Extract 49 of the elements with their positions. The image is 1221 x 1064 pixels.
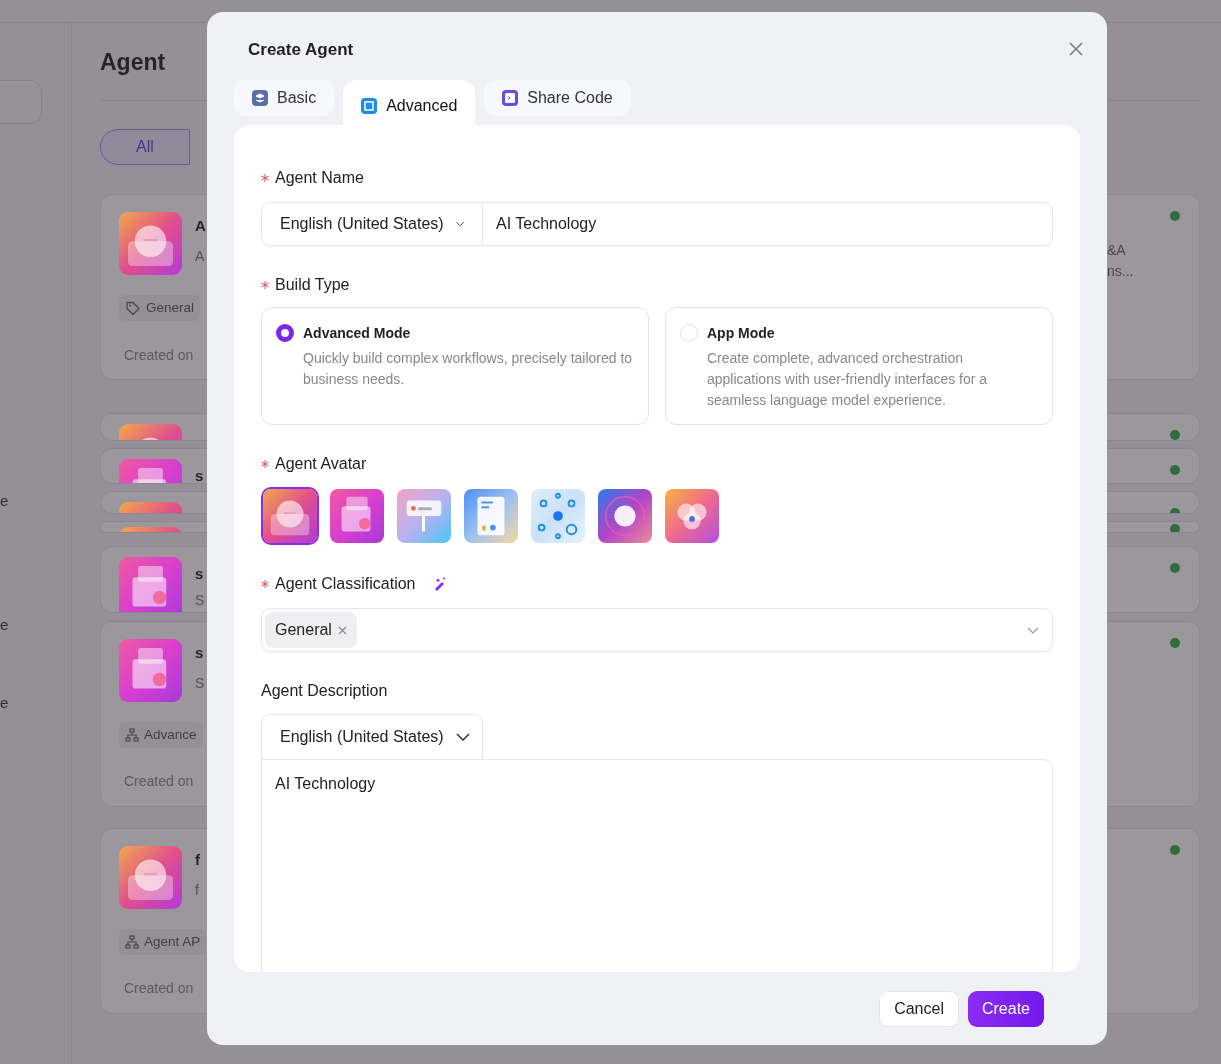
created-date: Created on (124, 979, 194, 999)
card-description: S (195, 673, 205, 693)
tag-label: General (146, 299, 195, 317)
card-title: s (195, 466, 204, 483)
agent-card[interactable]: s S Advance Created on (100, 621, 207, 807)
description-line: ns... (1107, 262, 1134, 281)
option-title: Advanced Mode (303, 324, 412, 343)
option-description: Create complete, advanced orchestration applications with user-friendly interfaces for a seamless language model experience. (707, 349, 989, 410)
create-button[interactable]: Create (967, 991, 1044, 1027)
card-title: A (195, 216, 206, 236)
cancel-button[interactable]: Cancel (879, 991, 959, 1027)
created-date: Created on (124, 772, 194, 792)
agent-card[interactable]: s (100, 448, 207, 484)
field-label: Agent Avatar (275, 454, 367, 474)
card-title: s (195, 643, 204, 663)
chip-label: General (275, 620, 332, 640)
option-title: App Mode (707, 324, 776, 343)
card-description: f (195, 880, 199, 900)
field-label: Build Type (275, 275, 350, 295)
created-date: Created on (124, 346, 194, 366)
sidebar-item[interactable]: e (0, 615, 9, 635)
card-description: A (195, 246, 205, 266)
language-dropdown[interactable]: English (United States) (262, 203, 482, 245)
mode-option[interactable]: Advanced Mode Quickly build complex workflows, precisely tailored to business needs. (261, 307, 649, 425)
card-title: f (195, 850, 200, 870)
description-line: &A (1107, 241, 1126, 260)
tab[interactable]: Basic (234, 80, 335, 116)
card-title: s (195, 564, 204, 584)
sidebar-item[interactable]: e (0, 693, 9, 713)
field-label: Agent Description (261, 681, 388, 701)
tag-label: Agent AP (144, 933, 201, 951)
sidebar-item[interactable]: e (0, 491, 9, 511)
language-dropdown[interactable]: English (United States) (262, 715, 488, 759)
agent-card[interactable]: f f Agent AP Created on (100, 828, 207, 1014)
field-label: Agent Name (275, 168, 364, 188)
card-description: S (195, 590, 205, 610)
tab[interactable]: Advanced (343, 80, 476, 125)
dialog-title: Create Agent (248, 39, 354, 59)
page-title: Agent (100, 48, 166, 77)
name-field[interactable]: English (United States) AI Technology (261, 202, 1053, 246)
agent-card[interactable]: A A General Created on (100, 194, 207, 380)
mode-option[interactable]: App Mode Create complete, advanced orchestration applications with user-friendly interfaces for a seamless language model experience. (665, 307, 1053, 425)
classification-select[interactable]: General (261, 608, 1053, 652)
agent-card[interactable]: s S (100, 546, 207, 613)
tab[interactable]: Share Code (484, 80, 631, 116)
tag-label: Advance (144, 726, 197, 744)
field-label: Agent Classification (275, 574, 416, 594)
option-description: Quickly build complex workflows, precisely tailored to business needs. (303, 349, 634, 389)
description-field[interactable]: AI Technology (261, 759, 1053, 972)
